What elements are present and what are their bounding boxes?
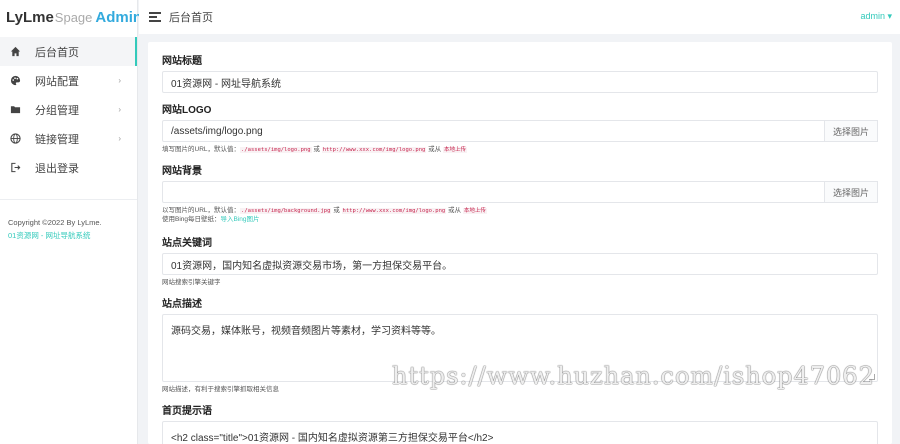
site-bg-input[interactable] xyxy=(162,181,825,203)
copyright-link[interactable]: 01资源网 - 网址导航系统 xyxy=(8,229,129,242)
local-upload-link[interactable]: 本地上传 xyxy=(442,147,467,153)
form-group-keywords: 站点关键词 01资源网，国内知名虚拟资源交易市场，第一方担保交易平台。 网站搜索… xyxy=(162,234,878,287)
keywords-label: 站点关键词 xyxy=(162,238,212,249)
form-group-site-bg: 网站背景 选择图片 以写图片的URL，默认值：./assets/img/back… xyxy=(162,162,878,224)
sidebar-item-groups[interactable]: 分组管理 › xyxy=(0,95,137,124)
chevron-right-icon: › xyxy=(118,105,121,114)
select-bg-button[interactable]: 选择图片 xyxy=(824,181,878,203)
site-logo-label: 网站LOGO xyxy=(162,105,212,116)
watermark: https://www.huzhan.com/ishop47062 xyxy=(392,362,875,390)
help-text: 或从 xyxy=(446,207,463,214)
menu-toggle-icon[interactable] xyxy=(149,12,161,22)
home-icon xyxy=(9,46,21,58)
copyright: Copyright ©2022 By LyLme. 01资源网 - 网址导航系统 xyxy=(0,200,137,242)
sidebar-item-label: 分组管理 xyxy=(35,104,79,117)
help-code: ./assets/img/logo.png xyxy=(240,147,312,153)
sidebar-item-label: 退出登录 xyxy=(35,162,79,175)
site-bg-help-bing: 使用Bing每日壁纸：导入Bing图片 xyxy=(162,216,878,224)
sidebar-nav: 后台首页 网站配置 › 分组管理 › 链接管理 › 退出登录 xyxy=(0,37,137,182)
sidebar-item-label: 后台首页 xyxy=(35,46,79,59)
logout-icon xyxy=(9,162,21,174)
help-code: ./assets/img/background.jpg xyxy=(240,208,332,214)
help-text: 以写图片的URL，默认值： xyxy=(162,207,241,214)
site-logo-input[interactable]: /assets/img/logo.png xyxy=(162,120,825,142)
select-logo-button[interactable]: 选择图片 xyxy=(824,120,878,142)
user-menu[interactable]: admin ▾ xyxy=(860,11,892,22)
brand-part1: LyLme xyxy=(6,8,54,26)
globe-icon xyxy=(9,133,21,145)
sidebar-item-label: 网站配置 xyxy=(35,75,79,88)
description-value: 源码交易，媒体账号，视频音频图片等素材，学习资料等等。 xyxy=(171,326,441,337)
brand-part3: Admin xyxy=(95,8,143,26)
description-label: 站点描述 xyxy=(162,299,202,310)
sidebar-item-label: 链接管理 xyxy=(35,133,79,146)
site-logo-help: 填写图片的URL，默认值：./assets/img/logo.png 或 htt… xyxy=(162,146,878,154)
form-group-site-logo: 网站LOGO /assets/img/logo.png 选择图片 填写图片的UR… xyxy=(162,101,878,154)
site-bg-help: 以写图片的URL，默认值：./assets/img/background.jpg… xyxy=(162,207,878,215)
site-title-input[interactable]: 01资源网 - 网址导航系统 xyxy=(162,71,878,93)
form-group-home-tip: 首页提示语 <h2 class="title">01资源网 - 国内知名虚拟资源… xyxy=(162,402,878,444)
import-bing-link[interactable]: 导入Bing图片 xyxy=(221,216,260,223)
topbar: 后台首页 admin ▾ xyxy=(139,0,900,34)
folder-icon xyxy=(9,104,21,116)
help-text: 或 xyxy=(311,146,322,153)
help-code: http://www.xxx.com/img/logo.png xyxy=(321,147,427,153)
sidebar-item-dashboard[interactable]: 后台首页 xyxy=(0,37,137,66)
chevron-right-icon: › xyxy=(118,76,121,85)
palette-icon xyxy=(9,75,21,87)
chevron-right-icon: › xyxy=(118,134,121,143)
keywords-input[interactable]: 01资源网，国内知名虚拟资源交易市场，第一方担保交易平台。 xyxy=(162,253,878,275)
form-group-site-title: 网站标题 01资源网 - 网址导航系统 xyxy=(162,52,878,93)
keywords-help: 网站搜索引擎关键字 xyxy=(162,279,221,286)
copyright-text: Copyright ©2022 By LyLme. xyxy=(8,218,102,227)
site-title-label: 网站标题 xyxy=(162,56,202,67)
page-title: 后台首页 xyxy=(169,12,213,24)
help-text: 或从 xyxy=(426,146,443,153)
home-tip-label: 首页提示语 xyxy=(162,406,212,417)
home-tip-textarea[interactable]: <h2 class="title">01资源网 - 国内知名虚拟资源第三方担保交… xyxy=(162,421,878,444)
site-bg-label: 网站背景 xyxy=(162,166,202,177)
help-text: 或 xyxy=(331,207,342,214)
sidebar: LyLme Spage Admin 后台首页 网站配置 › 分组管理 › 链接管… xyxy=(0,0,142,444)
help-text: 填写图片的URL，默认值： xyxy=(162,146,241,153)
home-tip-value: <h2 class="title">01资源网 - 国内知名虚拟资源第三方担保交… xyxy=(171,433,494,444)
help-text: 使用Bing每日壁纸： xyxy=(162,216,221,223)
local-upload-link[interactable]: 本地上传 xyxy=(462,208,487,214)
brand-part2: Spage xyxy=(54,9,93,25)
brand-logo[interactable]: LyLme Spage Admin xyxy=(0,0,142,34)
sidebar-item-links[interactable]: 链接管理 › xyxy=(0,124,137,153)
help-code: http://www.xxx.com/img/logo.png xyxy=(341,208,447,214)
sidebar-item-site-config[interactable]: 网站配置 › xyxy=(0,66,137,95)
sidebar-item-logout[interactable]: 退出登录 xyxy=(0,153,137,182)
